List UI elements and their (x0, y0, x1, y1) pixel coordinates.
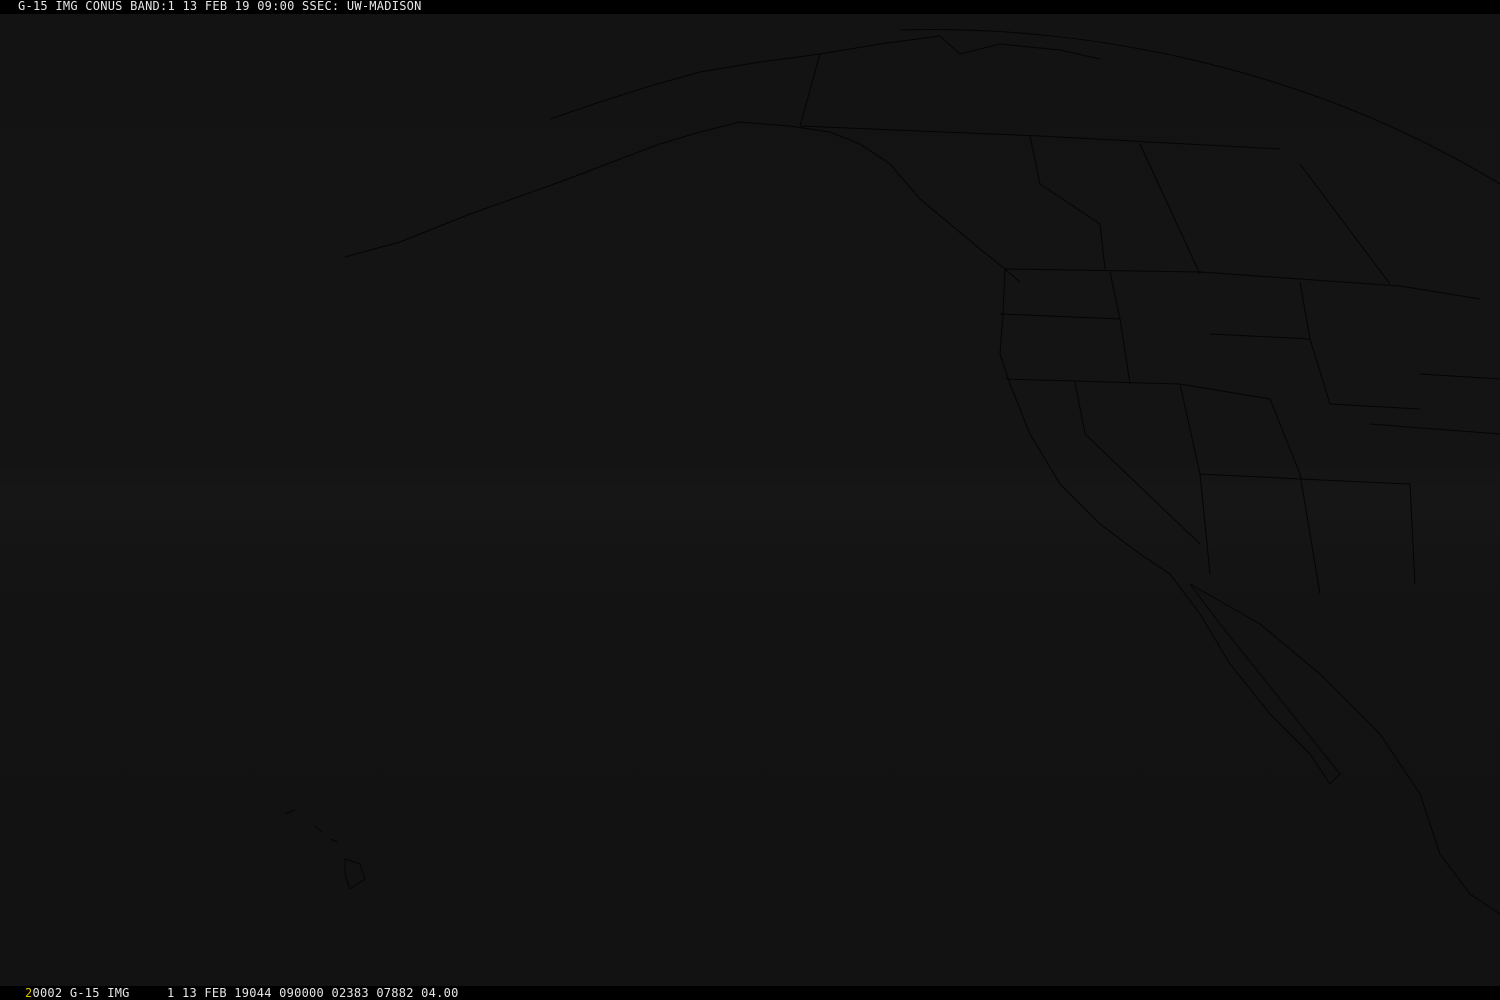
mexico-coast (1189, 583, 1500, 915)
alaska-coastline (344, 121, 1021, 283)
state-border-10 (1419, 373, 1500, 380)
image-info: 0002 G-15 IMG 1 13 FEB 19044 090000 0238… (32, 986, 459, 1000)
image-title: G-15 IMG CONUS BAND:1 13 FEB 19 09:00 SS… (18, 0, 422, 13)
canada-border-1 (799, 125, 1281, 150)
state-border-2 (1004, 378, 1211, 575)
state-border-1 (999, 313, 1131, 385)
map-overlay (284, 29, 1500, 915)
alaska-north-coast (549, 35, 1101, 120)
canada-border-2 (1029, 135, 1106, 270)
state-border-8 (1299, 281, 1311, 340)
baja-california (1169, 573, 1341, 785)
state-border-3 (1074, 381, 1201, 545)
footer-bar: 20002 G-15 IMG 1 13 FEB 19044 090000 023… (0, 986, 1500, 1000)
state-border-9 (1369, 423, 1500, 435)
footer-text: 20002 G-15 IMG 1 13 FEB 19044 090000 023… (25, 986, 459, 1000)
earth-limb (899, 29, 1500, 185)
alaska-border (799, 53, 821, 127)
state-border-6 (1209, 333, 1421, 410)
header-bar: G-15 IMG CONUS BAND:1 13 FEB 19 09:00 SS… (0, 0, 1500, 14)
state-border-7 (1199, 473, 1416, 585)
state-border-4 (1109, 271, 1121, 320)
us-canada-border (1004, 268, 1481, 300)
canada-border-3 (1139, 143, 1201, 275)
satellite-image (0, 14, 1500, 986)
hawaii-islands (284, 809, 366, 890)
canada-border-4 (1299, 163, 1391, 285)
